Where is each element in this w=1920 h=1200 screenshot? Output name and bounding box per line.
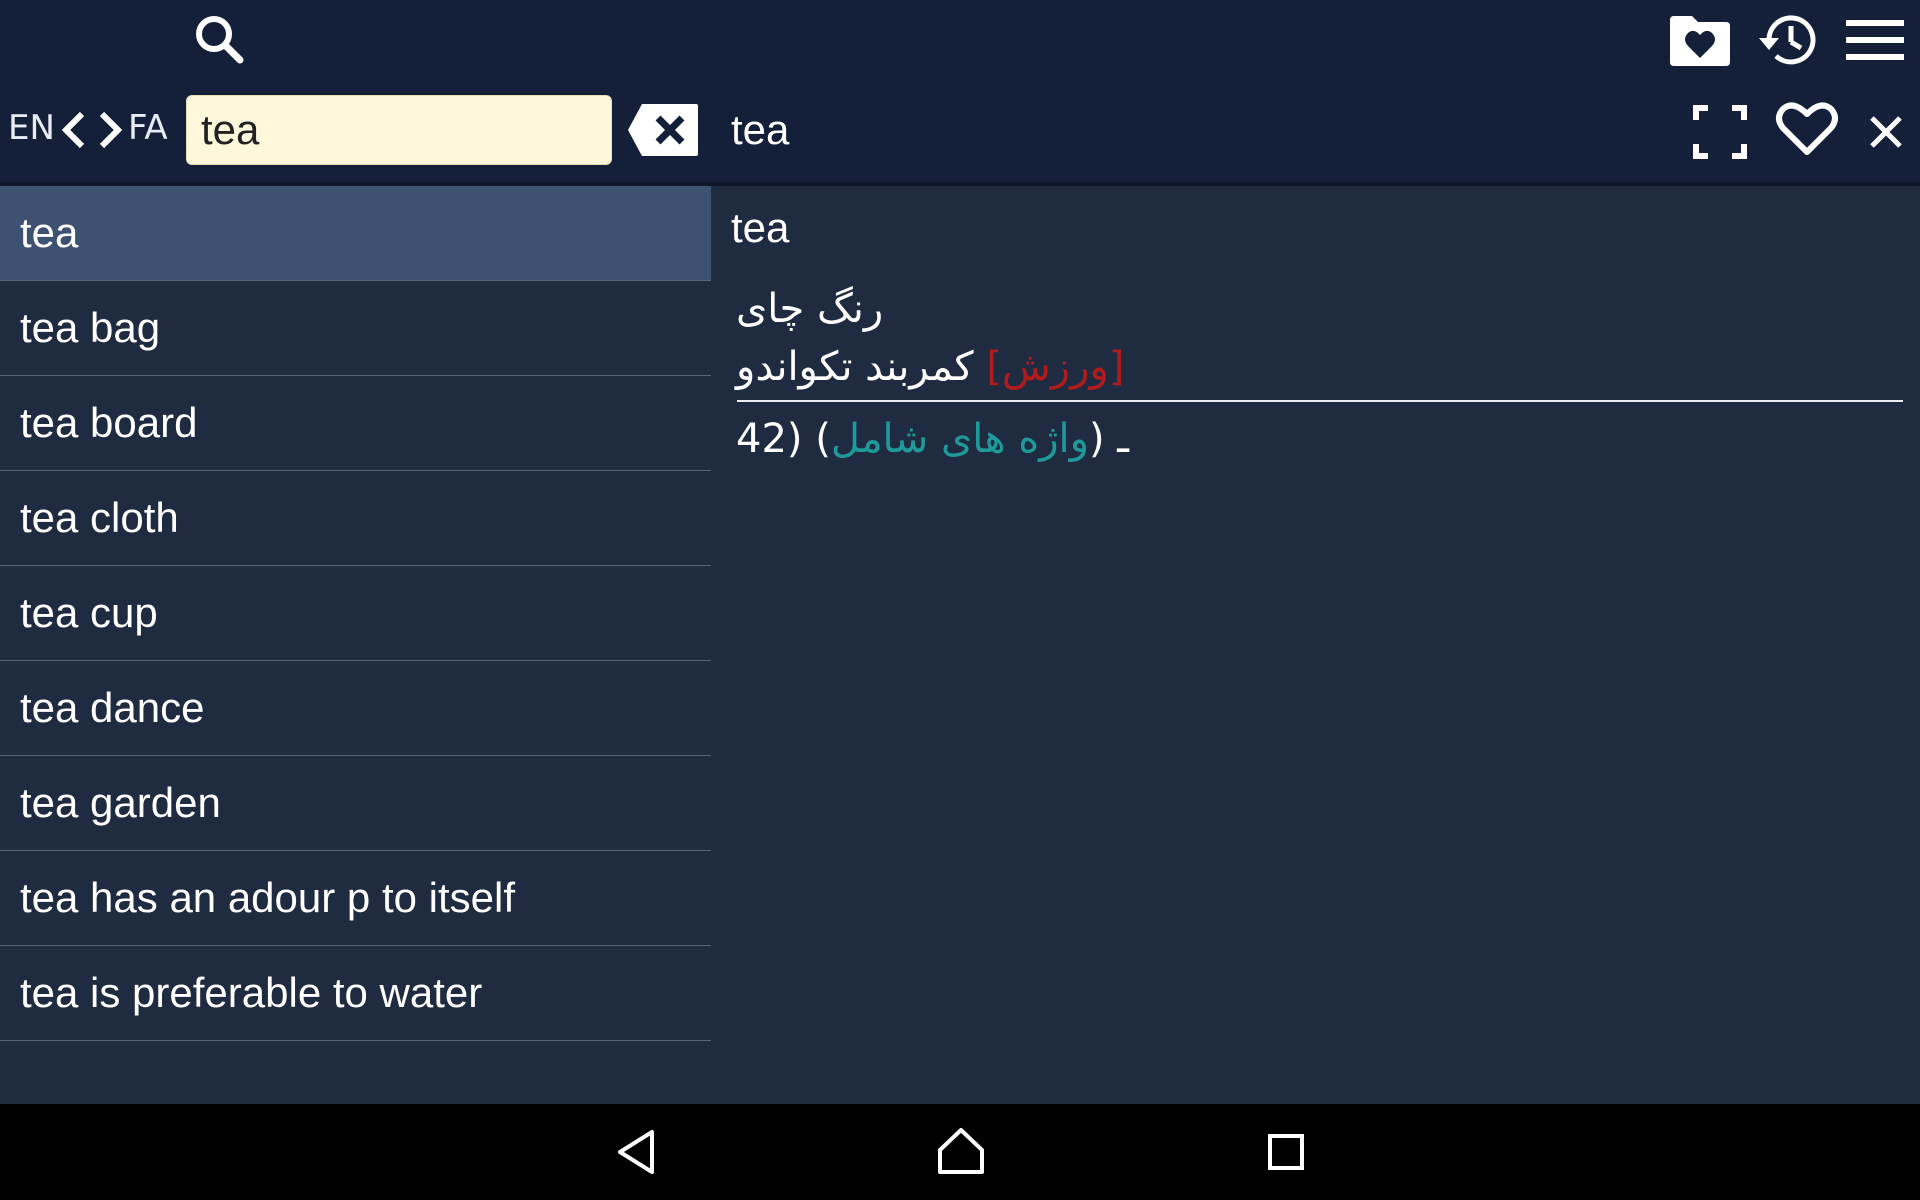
favorites-folder-icon[interactable] [1660, 8, 1740, 72]
chevron-right-icon[interactable] [94, 106, 126, 154]
definition-pane: tea رنگ چای [ورزش] کمربند تکواندو 42) ـ … [711, 186, 1920, 1104]
target-language-label[interactable]: FA [128, 108, 168, 148]
back-icon[interactable] [610, 1124, 666, 1180]
history-icon[interactable] [1745, 8, 1830, 72]
entry-title: tea [731, 106, 790, 153]
translation-text: کمربند تکواندو [736, 344, 974, 390]
top-toolbar [0, 0, 1920, 80]
favorite-heart-icon[interactable] [1775, 100, 1839, 162]
related-close: ) [815, 416, 831, 462]
list-item[interactable]: tea cup [0, 566, 711, 661]
list-item[interactable]: tea bag [0, 281, 711, 376]
list-item[interactable]: tea garden [0, 756, 711, 851]
search-icon[interactable] [180, 8, 260, 72]
definition-headword: tea [731, 204, 790, 251]
translation-line: رنگ چای [736, 286, 884, 332]
list-item[interactable]: tea has an adour p to itself [0, 851, 711, 946]
list-item[interactable]: tea is preferable to water [0, 946, 711, 1041]
word-list: tea tea bag tea board tea cloth tea cup … [0, 186, 711, 1041]
divider [737, 400, 1903, 402]
related-label[interactable]: واژه های شامل [831, 416, 1089, 462]
list-item[interactable]: tea cloth [0, 471, 711, 566]
clear-input-icon[interactable] [626, 102, 700, 158]
recent-apps-icon[interactable] [1262, 1126, 1312, 1178]
menu-icon[interactable] [1835, 8, 1915, 72]
subject-tag: [ورزش] [986, 344, 1125, 390]
search-bar: EN FA tea [0, 80, 1920, 184]
search-input[interactable] [186, 95, 612, 165]
related-words-link[interactable]: 42) ـ (واژه های شامل) [736, 416, 1129, 462]
list-item[interactable]: tea dance [0, 661, 711, 756]
home-icon[interactable] [932, 1122, 990, 1180]
list-item[interactable]: tea board [0, 376, 711, 471]
system-nav-bar [0, 1104, 1920, 1200]
source-language-label[interactable]: EN [8, 108, 55, 148]
chevron-left-icon[interactable] [58, 106, 90, 154]
list-item[interactable]: tea [0, 186, 711, 281]
translation-line: [ورزش] کمربند تکواندو [736, 344, 1124, 390]
close-icon[interactable] [1862, 104, 1910, 160]
fullscreen-icon[interactable] [1690, 102, 1750, 162]
